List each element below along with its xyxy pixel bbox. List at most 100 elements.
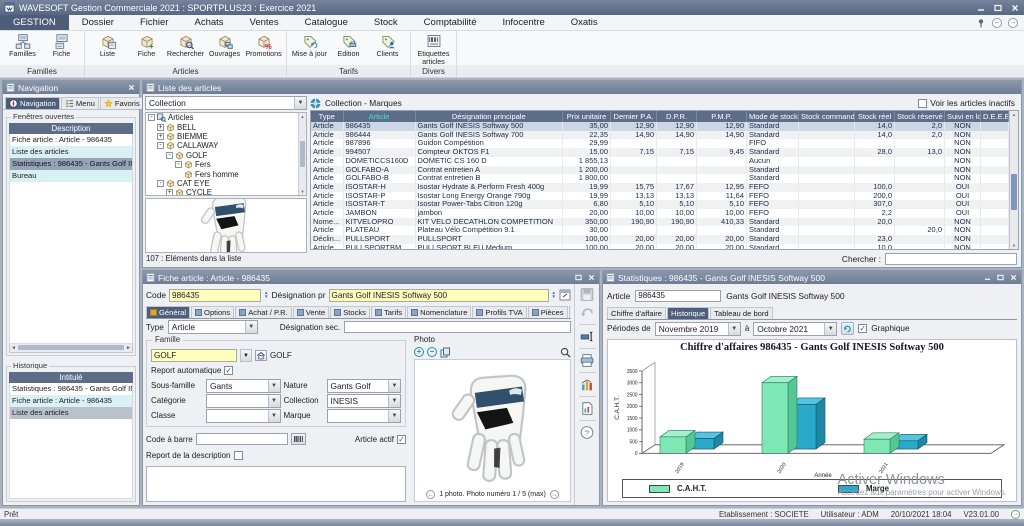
table-row-plateau[interactable]: Article PLATEAU Plateau Vélo Compétition 9… [311,226,1009,236]
close-icon[interactable] [587,274,596,281]
column-header-d-e-e-e[interactable]: D.E.E.E. [980,111,1009,122]
article-actif-checkbox[interactable]: ✓ [397,434,406,444]
column-header-suivi-en-lot[interactable]: Suivi en lot [944,111,981,122]
chevron-down-icon[interactable]: ▼ [244,321,257,333]
toolbar-edition-button[interactable]: Edition [329,32,368,66]
menu-item-ventes[interactable]: Ventes [237,15,292,30]
tab-stocks[interactable]: Stocks [330,306,370,318]
column-header-stock-reel[interactable]: Stock réel [854,111,895,122]
history-header[interactable]: Intitulé [9,371,133,383]
menu-item-catalogue[interactable]: Catalogue [292,15,361,30]
toolbar-rechercher-button[interactable]: Rechercher [166,32,205,66]
categorie-dropdown[interactable]: ▼ [206,393,281,408]
expand-toggle-icon[interactable]: - [166,151,173,159]
table-row-pullsport[interactable]: Déclin... PULLSPORT PULLSPORT 100,00 20,00 20… [311,235,1009,244]
status-arrow-icon[interactable]: → [1011,509,1020,519]
tab-general[interactable]: Général [146,306,191,318]
table-vertical-scrollbar[interactable]: ▲ ▼ [1009,111,1018,249]
tree-item-golf[interactable]: - GOLF [146,151,306,160]
record-spinner[interactable]: ▲ ▼ [264,290,268,299]
table-row-isostar-p[interactable]: Article ISOSTAR-P Isostar Long Energy Oran… [311,191,1009,201]
chevron-down-icon[interactable]: ▼ [388,379,400,392]
menu-item-stock[interactable]: Stock [361,15,411,30]
list-item[interactable]: Fiche article : Article - 986435 [10,134,132,146]
column-header-stock-reserve[interactable]: Stock réservé [894,111,945,122]
graphique-checkbox[interactable]: ✓ [858,324,868,333]
forward-icon[interactable]: → [1008,17,1018,28]
close-icon[interactable] [127,84,136,91]
menu-item-achats[interactable]: Achats [181,15,236,30]
table-row-986435[interactable]: Article 986435 Gants Golf INESIS Softway 5… [311,122,1009,131]
column-header-dernier-p-a[interactable]: Dernier P.A. [610,111,657,122]
list-item[interactable]: Bureau [10,170,132,182]
prev-photo-button[interactable]: ← [426,490,436,499]
tab-achat-p-r[interactable]: Achat / P.R. [235,306,292,318]
column-header-designation-principale[interactable]: Désignation principale [415,111,563,122]
chevron-down-icon[interactable]: ▼ [824,322,837,335]
list-item[interactable]: Liste des articles [10,406,132,419]
toolbar-fiche-button[interactable]: Fiche [42,32,81,66]
menu-item-gestion[interactable]: GESTION [0,15,69,30]
menu-item-dossier[interactable]: Dossier [69,15,127,30]
show-inactive-checkbox[interactable] [918,98,928,108]
expand-toggle-icon[interactable]: + [166,189,173,195]
tab-options[interactable]: Options [191,306,235,318]
tree-scrollbar[interactable]: ▲ ▼ [298,113,306,195]
period-from-dropdown[interactable]: Novembre 2019 ▼ [654,321,741,336]
toolbar-liste-button[interactable]: Liste [88,32,127,66]
tree-item-articles[interactable]: - Articles [146,113,306,123]
tab-nomenclature[interactable]: Nomenclature [407,306,472,318]
table-row-987896[interactable]: Article 987896 Guidon Compétition 29,99 FIFO… [311,139,1009,149]
table-row-994507[interactable]: Article 994507 Compteur OKTOS F1 15,00 7,15 7… [311,148,1009,157]
back-icon[interactable]: ← [992,17,1002,28]
scroll-right-icon[interactable]: ► [126,345,131,351]
rename-icon[interactable] [579,329,595,344]
tree-item-fers-homme[interactable]: Fers homme [146,169,306,179]
search-input[interactable] [885,252,1017,265]
report-desc-checkbox[interactable] [233,450,243,460]
menu-item-fichier[interactable]: Fichier [127,15,182,30]
type-dropdown[interactable]: Article ▼ [167,320,258,334]
barcode-input[interactable] [195,433,288,445]
table-row-jambon[interactable]: Article JAMBON jambon 20,00 10,00 10,00 10,00 F… [311,209,1009,218]
magnifier-icon[interactable] [560,347,571,358]
table-row-dometiccs160d[interactable]: Article DOMETICCS160D DOMETIC CS 160 D1 85… [311,156,1009,166]
report-auto-checkbox[interactable]: ✓ [224,366,234,375]
table-row-isostar-t[interactable]: Article ISOSTAR-T Isostar Power-Tabs Citro… [311,200,1009,210]
marque-dropdown[interactable]: ▼ [326,408,401,423]
scroll-left-icon[interactable]: ◄ [11,345,16,351]
tab-profils-tva[interactable]: Profils TVA [472,306,527,318]
maximize-icon[interactable] [996,274,1005,281]
undo-icon[interactable] [579,305,595,320]
tree-item-fers[interactable]: - Fers [146,160,306,169]
nav-tab-favoris[interactable]: Favoris [99,97,144,109]
report-icon[interactable] [579,401,595,416]
table-row-kitvelopro[interactable]: Nome... KITVELOPRO KIT VELO DECATHLON COMP… [311,217,1009,227]
minimize-icon[interactable] [983,274,992,281]
expand-toggle-icon[interactable]: - [157,179,164,187]
minimize-button[interactable] [976,4,986,12]
tree-item-cycle[interactable]: + CYCLE [146,188,306,195]
column-header-type[interactable]: Type [311,111,344,122]
toolbar-fiche-button[interactable]: + Fiche [127,32,166,66]
column-header-mode-de-stock[interactable]: Mode de stock [746,111,799,122]
copy-icon[interactable] [440,347,451,358]
column-header-prix-unitaire[interactable]: Prix unitaire [562,111,611,122]
tab-tableau-de-bord[interactable]: Tableau de bord [710,307,773,319]
open-windows-header[interactable]: Description [9,123,133,134]
list-item[interactable]: Statistiques : 986435 - Gants Golf INESI… [10,158,132,170]
menu-item-infocentre[interactable]: Infocentre [489,15,557,30]
nav-tab-navigation[interactable]: Navigation [5,97,60,109]
add-photo-button[interactable]: + [414,347,424,357]
pin-icon[interactable] [976,18,986,28]
period-to-dropdown[interactable]: Octobre 2021 ▼ [753,321,838,336]
print-icon[interactable] [579,353,595,368]
tab-documents[interactable]: Documents [568,306,571,318]
expand-toggle-icon[interactable]: - [148,114,155,122]
help-icon[interactable]: ? [579,425,595,440]
chevron-down-icon[interactable]: ▼ [267,394,280,407]
tab-vente[interactable]: Vente [292,306,330,318]
classe-dropdown[interactable]: ▼ [206,408,281,423]
remove-photo-button[interactable]: − [427,347,437,357]
sous-famille-dropdown[interactable]: Gants ▼ [206,378,281,393]
